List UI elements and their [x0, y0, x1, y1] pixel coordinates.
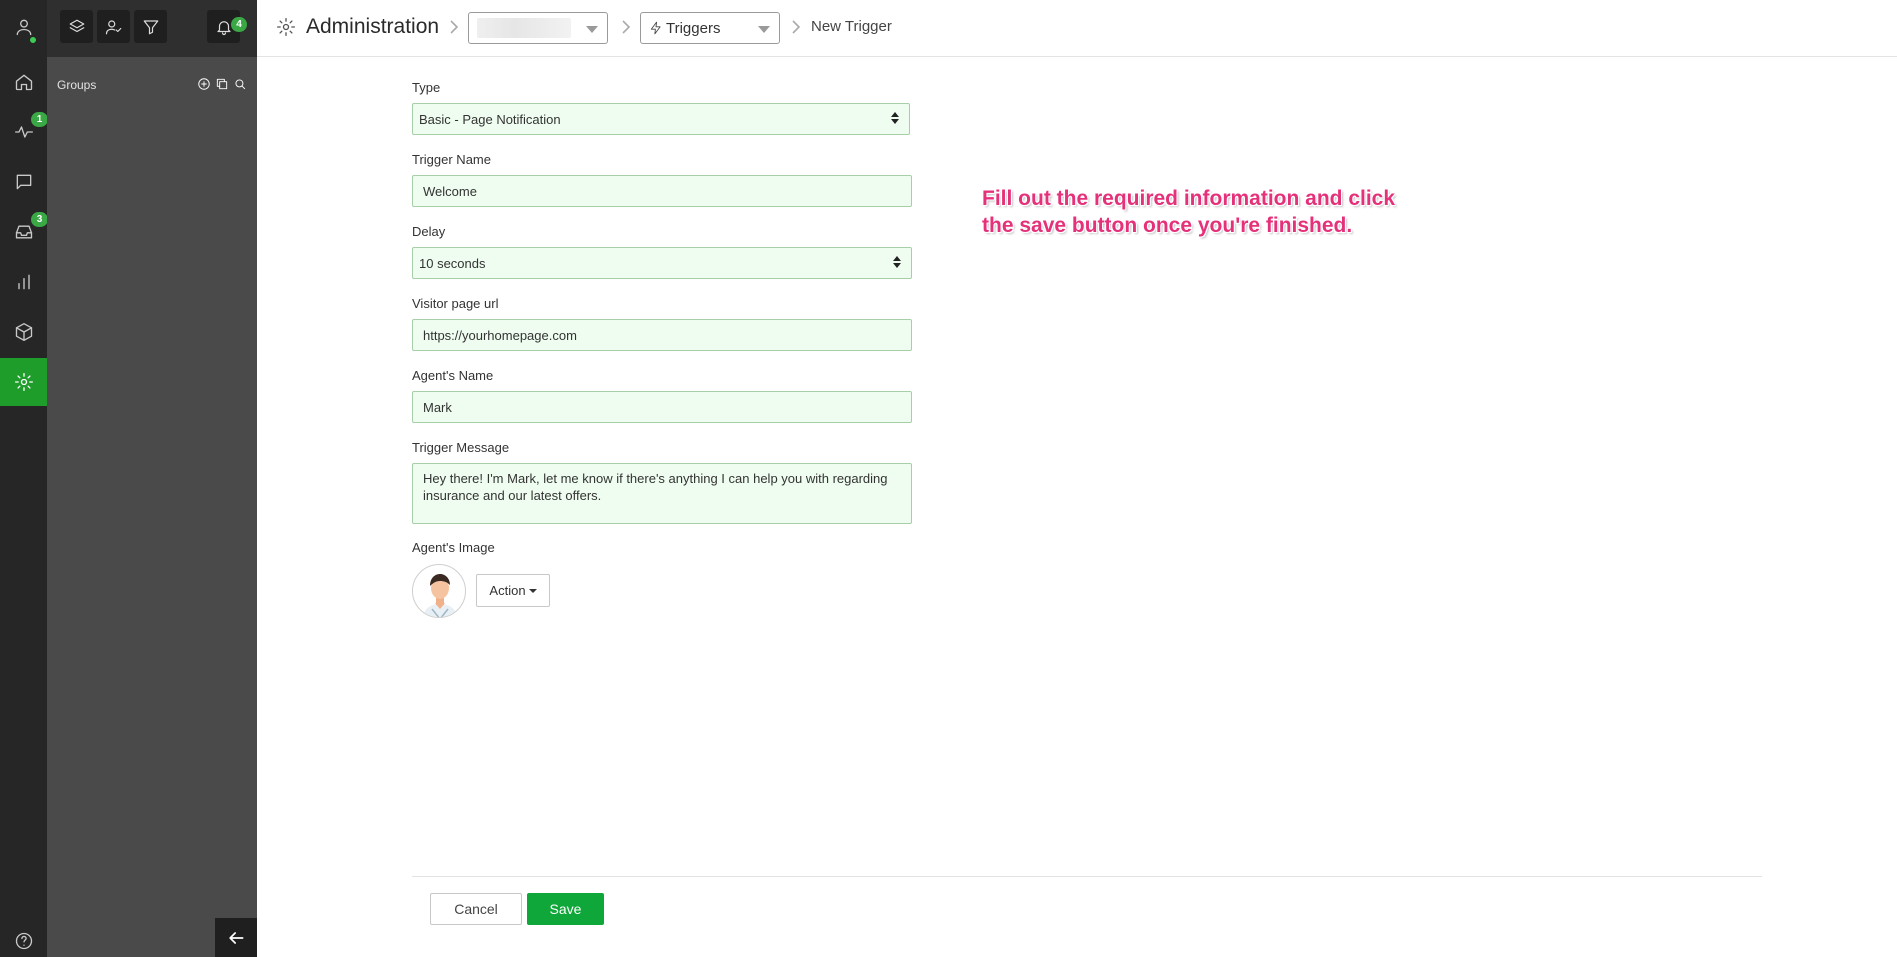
rail-item-reports[interactable]	[0, 258, 47, 306]
filter-button[interactable]	[134, 10, 167, 43]
user-avatar-icon	[16, 19, 31, 36]
copy-icon[interactable]	[215, 77, 229, 91]
breadcrumb: Administration Triggers New Trigger	[257, 0, 1897, 57]
rail-item-apps[interactable]	[0, 308, 47, 356]
layers-icon	[69, 19, 84, 32]
groups-actions	[197, 77, 247, 91]
add-circle-icon[interactable]	[197, 77, 211, 91]
bolt-icon	[649, 20, 666, 37]
user-check-icon	[105, 19, 121, 34]
instruction-line-1: Fill out the required information and cl…	[982, 187, 1396, 210]
section-selector[interactable]: Triggers	[640, 12, 780, 44]
select-arrows-icon	[893, 256, 901, 268]
trigger-name-label: Trigger Name	[412, 152, 491, 167]
trigger-name-input[interactable]: Welcome	[412, 175, 912, 207]
activity-icon	[14, 126, 33, 138]
blurred-website-name	[477, 18, 571, 38]
agent-name-input[interactable]: Mark	[412, 391, 912, 423]
chevron-right-icon	[447, 18, 461, 41]
activity-badge: 1	[31, 112, 48, 127]
inbox-icon	[15, 225, 32, 239]
search-icon[interactable]	[233, 77, 247, 91]
bell-icon	[216, 20, 231, 35]
inbox-badge: 3	[31, 212, 48, 227]
rail-item-help[interactable]	[0, 917, 47, 957]
save-button[interactable]: Save	[527, 893, 604, 925]
trigger-message-label: Trigger Message	[412, 440, 510, 455]
package-icon	[15, 323, 32, 341]
rail-item-inbox[interactable]: 3	[0, 208, 48, 256]
page-title[interactable]: Administration	[306, 15, 439, 39]
notifications-badge: 4	[231, 17, 247, 32]
caret-down-icon	[528, 588, 537, 593]
assigned-users-button[interactable]	[97, 10, 130, 43]
delay-label: Delay	[412, 224, 446, 239]
chevron-right-icon	[619, 18, 633, 41]
chevron-down-icon	[758, 26, 770, 33]
home-icon	[15, 74, 32, 91]
layers-button[interactable]	[60, 10, 93, 43]
type-select[interactable]: Basic - Page Notification	[412, 103, 910, 135]
agent-name-label: Agent's Name	[412, 368, 494, 383]
chevron-down-icon	[586, 26, 598, 33]
select-arrows-icon	[891, 112, 899, 124]
chat-icon	[16, 174, 31, 190]
chevron-right-icon	[789, 18, 803, 41]
agent-image-action-button[interactable]: Action	[476, 574, 550, 607]
cancel-button[interactable]: Cancel	[430, 893, 522, 925]
agent-image-label: Agent's Image	[412, 540, 495, 555]
admin-gear-icon	[276, 17, 296, 42]
website-selector[interactable]	[468, 12, 608, 44]
settings-icon	[14, 373, 33, 391]
rail-item-activity[interactable]: 1	[0, 108, 48, 156]
groups-panel: 4 Groups	[47, 0, 257, 957]
visitor-url-label: Visitor page url	[412, 296, 499, 311]
panel-toolbar: 4	[47, 0, 257, 57]
instruction-line-2: the save button once you're finished.	[982, 214, 1353, 237]
filter-icon	[143, 19, 158, 34]
trigger-message-textarea[interactable]: Hey there! I'm Mark, let me know if ther…	[412, 463, 912, 524]
visitor-url-input[interactable]: https://yourhomepage.com	[412, 319, 912, 351]
section-selector-label: Triggers	[666, 19, 721, 37]
instruction-annotation: Fill out the required information and cl…	[982, 185, 1542, 239]
rail-item-settings[interactable]	[0, 358, 47, 406]
rail-item-chats[interactable]	[0, 158, 47, 206]
type-select-value: Basic - Page Notification	[419, 111, 561, 127]
delay-select[interactable]: 10 seconds	[412, 247, 912, 279]
agent-avatar	[412, 564, 466, 618]
help-icon	[15, 932, 32, 950]
collapse-panel-button[interactable]	[215, 918, 257, 957]
left-navigation-rail: 1 3	[0, 0, 48, 957]
type-label: Type	[412, 80, 441, 95]
online-status-dot	[28, 35, 38, 45]
footer-divider	[412, 876, 1762, 877]
reports-icon	[17, 274, 30, 290]
arrow-left-icon	[229, 931, 244, 944]
delay-select-value: 10 seconds	[419, 255, 486, 271]
user-avatar-button[interactable]	[0, 3, 47, 51]
agent-portrait-icon	[423, 574, 457, 617]
breadcrumb-current: New Trigger	[811, 18, 892, 35]
groups-heading: Groups	[57, 78, 97, 92]
action-button-label: Action	[489, 583, 526, 598]
rail-item-home[interactable]	[0, 58, 47, 106]
